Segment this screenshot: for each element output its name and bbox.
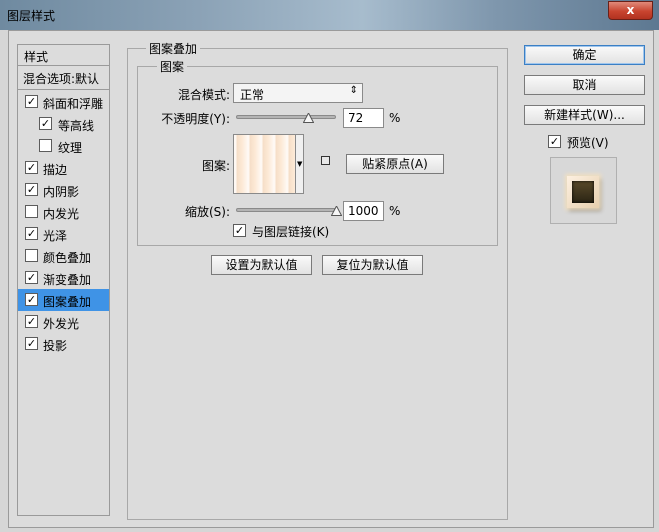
style-item[interactable]: ✓ 等高线: [18, 113, 109, 135]
style-item-checkbox[interactable]: ✓: [25, 95, 38, 108]
opacity-input[interactable]: 72: [343, 108, 384, 128]
style-item-label: 图案叠加: [43, 295, 92, 309]
style-item-checkbox[interactable]: ✓: [25, 293, 38, 306]
style-item-label: 斜面和浮雕: [43, 97, 104, 111]
scale-value: 1000: [348, 204, 379, 218]
triangle-down-icon: ▼: [297, 160, 303, 168]
style-preview-swatch: [567, 176, 599, 208]
pattern-swatch[interactable]: [233, 134, 296, 194]
pattern-overlay-title: 图案叠加: [146, 40, 201, 57]
style-item[interactable]: ✓ 外发光: [18, 311, 109, 333]
scale-label: 缩放(S):: [184, 205, 230, 219]
close-icon: x: [626, 3, 635, 17]
style-item-checkbox[interactable]: ✓: [25, 315, 38, 328]
new-style-button[interactable]: 新建样式(W)...: [524, 105, 645, 125]
snap-to-origin-button[interactable]: 贴紧原点(A): [346, 154, 444, 174]
style-item[interactable]: ✓ 投影: [18, 333, 109, 355]
style-item-label: 内发光: [43, 207, 80, 221]
style-item[interactable]: ✓ 图案叠加: [18, 289, 109, 311]
close-button[interactable]: x: [608, 1, 653, 20]
title-bar: 图层样式 x: [0, 0, 659, 30]
scale-unit: %: [389, 204, 401, 218]
style-item-label: 纹理: [58, 141, 83, 155]
opacity-slider-thumb[interactable]: [302, 111, 315, 123]
style-item[interactable]: 颜色叠加: [18, 245, 109, 267]
slider-thumb-icon: [330, 204, 343, 216]
style-item[interactable]: 内发光: [18, 201, 109, 223]
blend-mode-value: 正常: [240, 88, 265, 102]
style-item-checkbox[interactable]: [39, 139, 52, 152]
style-item-label: 光泽: [43, 229, 68, 243]
blend-options-label: 混合选项:默认: [23, 72, 100, 86]
style-item-label: 内阴影: [43, 185, 80, 199]
opacity-label: 不透明度(Y):: [161, 112, 230, 126]
scale-input[interactable]: 1000: [343, 201, 384, 221]
slider-thumb-icon: [302, 111, 315, 123]
reset-default-button[interactable]: 复位为默认值: [322, 255, 423, 275]
style-item-checkbox[interactable]: ✓: [25, 337, 38, 350]
style-item[interactable]: ✓ 渐变叠加: [18, 267, 109, 289]
scale-slider-thumb[interactable]: [330, 204, 343, 216]
style-item-label: 描边: [43, 163, 68, 177]
ok-button[interactable]: 确定: [524, 45, 645, 65]
style-list-header[interactable]: 样式: [18, 45, 109, 66]
new-preset-icon[interactable]: [321, 156, 330, 165]
style-item-checkbox[interactable]: ✓: [25, 161, 38, 174]
link-with-layer-label: 与图层链接(K): [252, 225, 330, 239]
checkbox-icon: ✓: [548, 135, 561, 148]
style-item-checkbox[interactable]: ✓: [25, 271, 38, 284]
cancel-button[interactable]: 取消: [524, 75, 645, 95]
style-item-checkbox[interactable]: ✓: [25, 183, 38, 196]
preview-label: 预览(V): [567, 136, 609, 150]
style-item-checkbox[interactable]: [25, 205, 38, 218]
window-title: 图层样式: [7, 9, 56, 23]
style-item[interactable]: ✓ 光泽: [18, 223, 109, 245]
style-item-checkbox[interactable]: ✓: [39, 117, 52, 130]
style-item[interactable]: ✓ 描边: [18, 157, 109, 179]
pattern-group-title: 图案: [157, 58, 188, 75]
pattern-picker-button[interactable]: ▼: [295, 134, 304, 194]
opacity-slider-track[interactable]: [236, 115, 336, 119]
style-item[interactable]: 纹理: [18, 135, 109, 157]
make-default-button[interactable]: 设置为默认值: [211, 255, 312, 275]
updown-arrow-icon: ⇕: [349, 85, 358, 96]
blend-mode-select[interactable]: 正常 ⇕: [233, 83, 363, 103]
style-item[interactable]: ✓ 斜面和浮雕: [18, 91, 109, 113]
style-item-checkbox[interactable]: [25, 249, 38, 262]
style-list-header-label: 样式: [24, 50, 49, 64]
opacity-unit: %: [389, 111, 401, 125]
blend-options-item[interactable]: 混合选项:默认: [18, 66, 109, 90]
style-item-label: 外发光: [43, 317, 80, 331]
pattern-label: 图案:: [201, 159, 230, 173]
style-item-label: 等高线: [58, 119, 95, 133]
style-item-label: 颜色叠加: [43, 251, 92, 265]
scale-slider-track[interactable]: [236, 208, 336, 212]
checkbox-icon: ✓: [233, 224, 246, 237]
style-item-label: 渐变叠加: [43, 273, 92, 287]
style-list: 样式 混合选项:默认 ✓ 斜面和浮雕 ✓ 等高线纹理 ✓ 描边 ✓ 内阴影内发光 ✓ 光泽颜色叠加…: [17, 44, 110, 516]
style-item[interactable]: ✓ 内阴影: [18, 179, 109, 201]
style-item-label: 投影: [43, 339, 68, 353]
style-item-checkbox[interactable]: ✓: [25, 227, 38, 240]
blend-mode-label: 混合模式:: [177, 88, 230, 102]
opacity-value: 72: [348, 111, 364, 125]
